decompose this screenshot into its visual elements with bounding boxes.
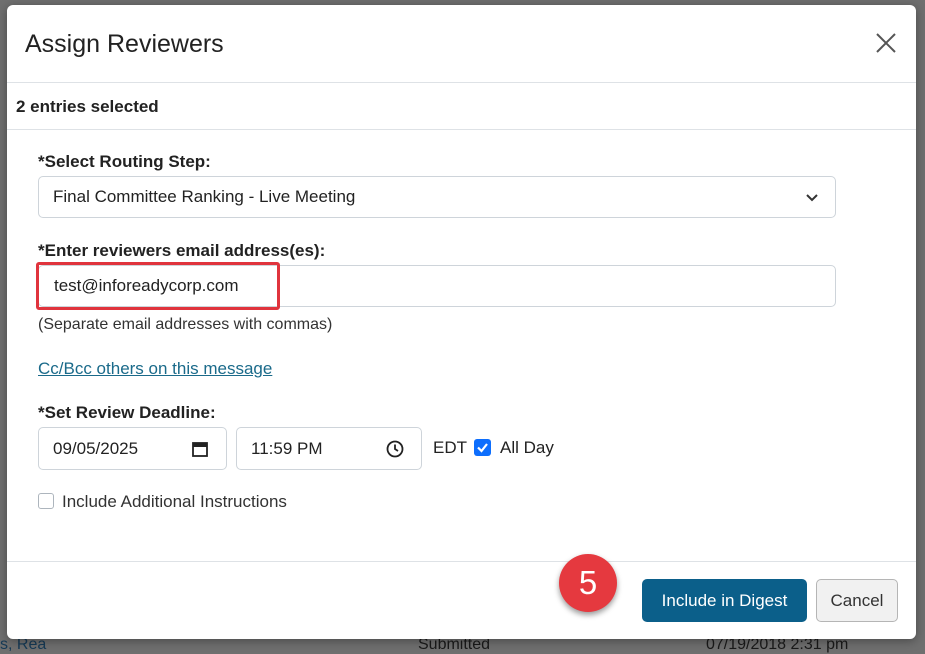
checkmark-icon: [477, 443, 488, 453]
all-day-label: All Day: [500, 438, 554, 457]
assign-reviewers-modal: Assign Reviewers 2 entries selected *Sel…: [7, 5, 916, 639]
deadline-date-input[interactable]: 09/05/2025: [38, 427, 227, 470]
routing-step-label: *Select Routing Step:: [38, 152, 211, 171]
deadline-time-input[interactable]: 11:59 PM: [236, 427, 422, 470]
clock-icon[interactable]: [386, 440, 404, 458]
reviewers-email-input[interactable]: test@inforeadycorp.com: [38, 265, 836, 307]
deadline-time-value: 11:59 PM: [251, 439, 323, 458]
additional-instructions-label: Include Additional Instructions: [62, 492, 287, 511]
entries-selected-text: 2 entries selected: [16, 97, 159, 116]
cancel-button[interactable]: Cancel: [816, 579, 898, 622]
calendar-icon[interactable]: [191, 440, 209, 458]
email-hint: (Separate email addresses with commas): [38, 316, 333, 333]
reviewers-email-value: test@inforeadycorp.com: [54, 276, 239, 295]
timezone-label: EDT: [433, 438, 467, 457]
close-button[interactable]: [872, 29, 900, 57]
cc-bcc-link[interactable]: Cc/Bcc others on this message: [38, 359, 272, 379]
all-day-checkbox[interactable]: [474, 439, 491, 456]
review-deadline-label: *Set Review Deadline:: [38, 403, 216, 422]
reviewers-email-label: *Enter reviewers email address(es):: [38, 241, 326, 260]
routing-step-value: Final Committee Ranking - Live Meeting: [53, 187, 356, 206]
modal-title: Assign Reviewers: [25, 30, 224, 58]
deadline-date-value: 09/05/2025: [53, 439, 139, 458]
modal-header: Assign Reviewers: [7, 5, 916, 83]
modal-body: *Select Routing Step: Final Committee Ra…: [7, 130, 916, 562]
additional-instructions-checkbox[interactable]: [38, 493, 54, 509]
routing-step-select[interactable]: Final Committee Ranking - Live Meeting: [38, 176, 836, 218]
include-in-digest-button[interactable]: Include in Digest: [642, 579, 807, 622]
chevron-down-icon: [806, 194, 818, 202]
step-number-badge: 5: [559, 554, 617, 612]
close-icon: [876, 33, 896, 53]
selection-summary: 2 entries selected: [7, 83, 916, 130]
